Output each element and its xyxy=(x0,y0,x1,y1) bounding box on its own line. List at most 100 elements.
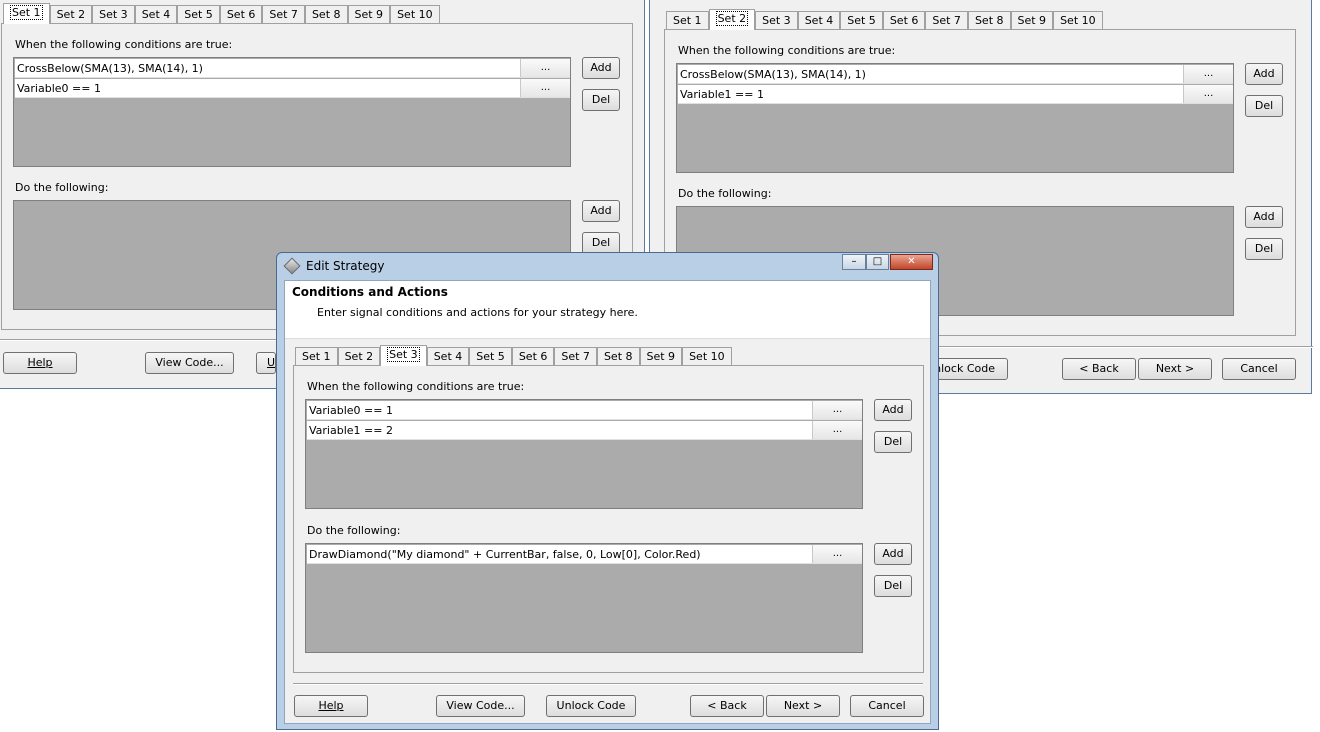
conditions-list[interactable]: CrossBelow(SMA(13), SMA(14), 1) ... Vari… xyxy=(13,57,571,167)
tab-set-7[interactable]: Set 7 xyxy=(925,11,968,29)
tab-set-7[interactable]: Set 7 xyxy=(262,5,305,23)
app-icon xyxy=(283,257,301,275)
list-item[interactable]: DrawDiamond("My diamond" + CurrentBar, f… xyxy=(307,545,862,564)
add-condition-button[interactable]: Add xyxy=(874,399,912,421)
tab-set-10[interactable]: Set 10 xyxy=(682,347,732,365)
delete-condition-button[interactable]: Del xyxy=(874,431,912,453)
tab-set-1[interactable]: Set 1 xyxy=(295,347,338,365)
header-title: Conditions and Actions xyxy=(292,285,448,299)
list-item[interactable]: Variable1 == 2 ... xyxy=(307,421,862,440)
actions-label: Do the following: xyxy=(15,181,109,194)
conditions-label: When the following conditions are true: xyxy=(678,44,896,57)
tab-strip: Set 1 Set 2 Set 3 Set 4 Set 5 Set 6 Set … xyxy=(666,9,1103,30)
tab-set-2[interactable]: Set 2 xyxy=(708,9,756,30)
add-condition-button[interactable]: Add xyxy=(582,57,620,79)
condition-text: Variable1 == 1 xyxy=(680,88,764,101)
tab-set-6[interactable]: Set 6 xyxy=(219,5,263,23)
tab-set-8[interactable]: Set 8 xyxy=(967,11,1011,29)
add-condition-button[interactable]: Add xyxy=(1245,63,1283,85)
tab-set-4[interactable]: Set 4 xyxy=(426,347,470,365)
tab-set-10[interactable]: Set 10 xyxy=(1053,11,1103,29)
list-item[interactable]: CrossBelow(SMA(13), SMA(14), 1) ... xyxy=(678,65,1233,84)
tab-set-5[interactable]: Set 5 xyxy=(177,5,220,23)
tab-set-8[interactable]: Set 8 xyxy=(596,347,640,365)
delete-condition-button[interactable]: Del xyxy=(1245,95,1283,117)
window-title: Edit Strategy xyxy=(306,259,385,273)
next-button[interactable]: Next > xyxy=(1138,358,1212,380)
conditions-list[interactable]: CrossBelow(SMA(13), SMA(14), 1) ... Vari… xyxy=(676,63,1234,173)
minimize-button[interactable]: – xyxy=(842,254,866,270)
condition-text: CrossBelow(SMA(13), SMA(14), 1) xyxy=(17,62,203,75)
help-button[interactable]: Help xyxy=(294,695,368,717)
conditions-label: When the following conditions are true: xyxy=(15,38,233,51)
divider xyxy=(293,683,923,685)
tab-set-5[interactable]: Set 5 xyxy=(840,11,883,29)
next-button[interactable]: Next > xyxy=(766,695,840,717)
tab-set-4[interactable]: Set 4 xyxy=(797,11,841,29)
tab-set-10[interactable]: Set 10 xyxy=(390,5,440,23)
actions-label: Do the following: xyxy=(307,524,401,537)
tab-set-5[interactable]: Set 5 xyxy=(469,347,512,365)
delete-condition-button[interactable]: Del xyxy=(582,89,620,111)
list-item[interactable]: Variable0 == 1 ... xyxy=(15,79,570,98)
edit-strategy-dialog: Edit Strategy – □ ✕ Conditions and Actio… xyxy=(276,252,939,730)
delete-action-button[interactable]: Del xyxy=(1245,238,1283,260)
add-action-button[interactable]: Add xyxy=(1245,206,1283,228)
edit-action-button[interactable]: ... xyxy=(812,545,862,563)
edit-condition-button[interactable]: ... xyxy=(520,59,570,77)
condition-text: Variable0 == 1 xyxy=(309,404,393,417)
cancel-button[interactable]: Cancel xyxy=(850,695,924,717)
conditions-list[interactable]: Variable0 == 1 ... Variable1 == 2 ... xyxy=(305,399,863,509)
actions-list[interactable]: DrawDiamond("My diamond" + CurrentBar, f… xyxy=(305,543,863,653)
tab-set-3[interactable]: Set 3 xyxy=(92,5,135,23)
unlock-code-button[interactable]: Unlock Code xyxy=(546,695,636,717)
add-action-button[interactable]: Add xyxy=(874,543,912,565)
dialog-header: Conditions and Actions Enter signal cond… xyxy=(285,281,930,339)
tab-set-2[interactable]: Set 2 xyxy=(49,5,93,23)
tab-set-6[interactable]: Set 6 xyxy=(882,11,926,29)
tab-set-1[interactable]: Set 1 xyxy=(3,3,50,24)
help-button[interactable]: Help xyxy=(3,352,77,374)
list-item[interactable]: Variable0 == 1 ... xyxy=(307,401,862,420)
edit-condition-button[interactable]: ... xyxy=(1183,65,1233,83)
tab-set-2[interactable]: Set 2 xyxy=(337,347,381,365)
condition-text: Variable1 == 2 xyxy=(309,424,393,437)
back-button[interactable]: < Back xyxy=(1062,358,1136,380)
tab-set-9[interactable]: Set 9 xyxy=(1010,11,1054,29)
actions-label: Do the following: xyxy=(678,187,772,200)
close-button[interactable]: ✕ xyxy=(890,254,933,270)
edit-condition-button[interactable]: ... xyxy=(1183,85,1233,103)
tab-set-9[interactable]: Set 9 xyxy=(639,347,683,365)
unlock-code-button[interactable]: U xyxy=(256,352,276,374)
view-code-button[interactable]: View Code... xyxy=(436,695,525,717)
dialog-client-area: Conditions and Actions Enter signal cond… xyxy=(284,280,931,724)
edit-condition-button[interactable]: ... xyxy=(812,421,862,439)
back-button[interactable]: < Back xyxy=(690,695,764,717)
tab-set-7[interactable]: Set 7 xyxy=(554,347,597,365)
conditions-label: When the following conditions are true: xyxy=(307,380,525,393)
condition-text: Variable0 == 1 xyxy=(17,82,101,95)
tab-strip: Set 1 Set 2 Set 3 Set 4 Set 5 Set 6 Set … xyxy=(3,3,440,24)
view-code-button[interactable]: View Code... xyxy=(145,352,234,374)
tab-set-3[interactable]: Set 3 xyxy=(755,11,798,29)
list-item[interactable]: Variable1 == 1 ... xyxy=(678,85,1233,104)
tab-set-1[interactable]: Set 1 xyxy=(666,11,709,29)
condition-text: CrossBelow(SMA(13), SMA(14), 1) xyxy=(680,68,866,81)
edit-condition-button[interactable]: ... xyxy=(520,79,570,97)
action-text: DrawDiamond("My diamond" + CurrentBar, f… xyxy=(309,548,701,561)
cancel-button[interactable]: Cancel xyxy=(1222,358,1296,380)
maximize-button[interactable]: □ xyxy=(866,254,889,270)
delete-action-button[interactable]: Del xyxy=(582,232,620,254)
tab-set-4[interactable]: Set 4 xyxy=(134,5,178,23)
edit-condition-button[interactable]: ... xyxy=(812,401,862,419)
tab-set-3[interactable]: Set 3 xyxy=(380,345,427,366)
add-action-button[interactable]: Add xyxy=(582,200,620,222)
tab-set-8[interactable]: Set 8 xyxy=(304,5,348,23)
delete-action-button[interactable]: Del xyxy=(874,575,912,597)
tab-strip: Set 1 Set 2 Set 3 Set 4 Set 5 Set 6 Set … xyxy=(295,345,732,366)
tab-set-6[interactable]: Set 6 xyxy=(511,347,555,365)
list-item[interactable]: CrossBelow(SMA(13), SMA(14), 1) ... xyxy=(15,59,570,78)
header-subtitle: Enter signal conditions and actions for … xyxy=(317,306,638,319)
tab-set-9[interactable]: Set 9 xyxy=(347,5,391,23)
title-bar[interactable]: Edit Strategy – □ ✕ xyxy=(277,253,938,279)
